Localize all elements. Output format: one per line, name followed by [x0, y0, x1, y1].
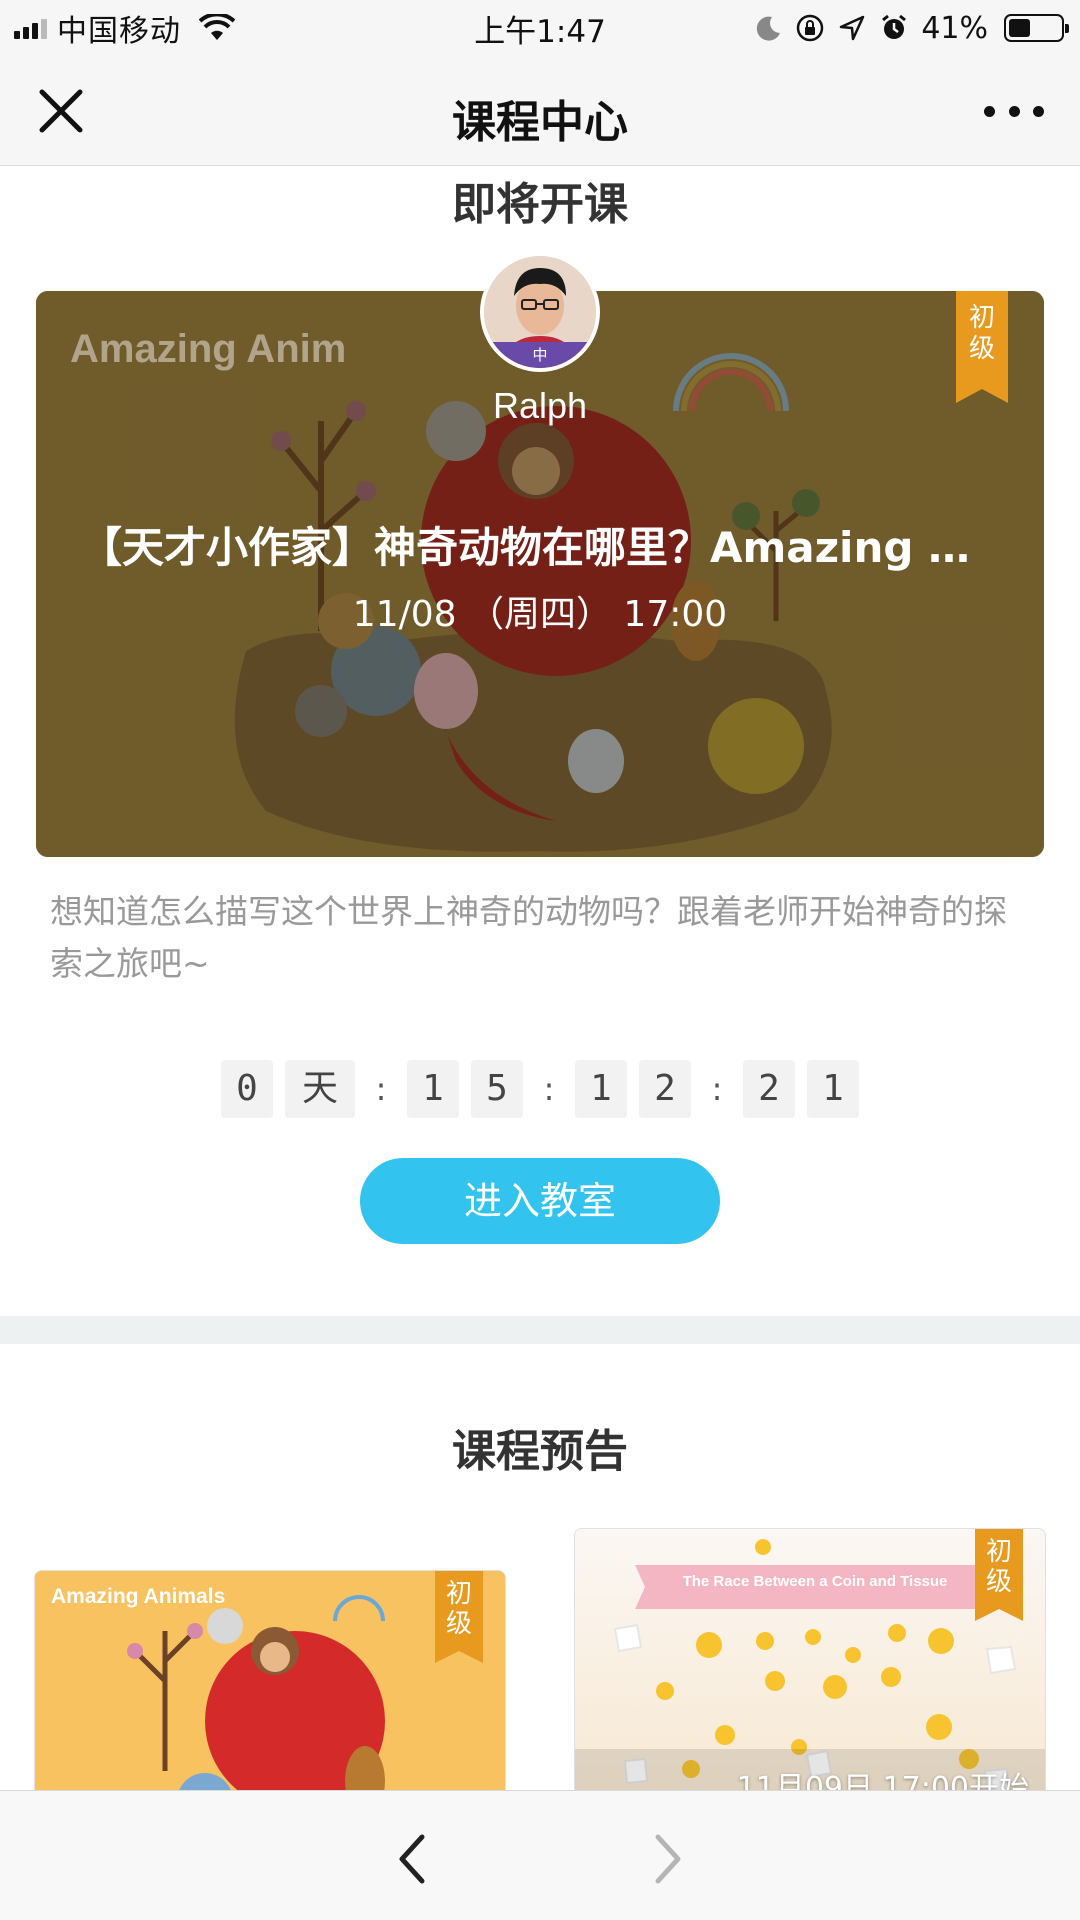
- countdown-hour-digit: 1: [407, 1060, 459, 1118]
- level-tag: 初 级: [956, 291, 1008, 403]
- course-description: 想知道怎么描写这个世界上神奇的动物吗？跟着老师开始神奇的探索之旅吧~: [50, 892, 1007, 983]
- countdown-separator: :: [543, 1070, 555, 1108]
- rotation-lock-icon: [797, 14, 824, 42]
- card-image-text: Amazing Animals: [51, 1585, 226, 1608]
- battery-percent: 41%: [921, 10, 988, 46]
- status-bar: 中国移动 上午1:47 41%: [0, 0, 1080, 56]
- more-dots-icon[interactable]: [984, 96, 1044, 126]
- countdown-separator: :: [711, 1070, 723, 1108]
- battery-fill: [1009, 19, 1030, 37]
- course-time: 11/08 （周四） 17:00: [352, 594, 728, 635]
- status-right: 41%: [753, 8, 1069, 48]
- countdown-second-digit: 2: [743, 1060, 795, 1118]
- countdown-hour-digit: 5: [471, 1060, 523, 1118]
- battery-icon: [1004, 14, 1069, 42]
- countdown-separator: :: [375, 1070, 387, 1108]
- level-tag: 初 级: [975, 1529, 1023, 1621]
- countdown-day-unit: 天: [285, 1060, 355, 1118]
- preview-heading: 课程预告: [452, 1426, 628, 1477]
- countdown-minute-digit: 1: [575, 1060, 627, 1118]
- teacher-avatar: 中: [480, 252, 600, 372]
- chevron-right-icon[interactable]: [648, 1831, 688, 1887]
- upcoming-heading: 即将开课: [452, 179, 628, 230]
- enter-classroom-button[interactable]: 进入教室: [360, 1158, 720, 1244]
- hero-watermark: Amazing Anim: [70, 327, 347, 371]
- course-title: 【天才小作家】神奇动物在哪里？Amazing Animals: [80, 523, 1000, 572]
- alarm-icon: [882, 14, 907, 39]
- page-title: 课程中心: [452, 97, 628, 148]
- countdown-minute-digit: 2: [639, 1060, 691, 1118]
- section-divider: [0, 1316, 1080, 1344]
- moon-icon: [757, 16, 781, 41]
- countdown-timer: 0 天 : 1 5 : 1 2 : 2 1: [0, 1060, 1080, 1118]
- avatar-badge: 中: [484, 342, 596, 368]
- bottom-nav-bar: [0, 1790, 1080, 1920]
- countdown-day-digit: 0: [221, 1060, 273, 1118]
- teacher-name: Ralph: [492, 385, 588, 426]
- card-image-text: The Race Between a Coin and Tissue: [682, 1573, 948, 1590]
- chevron-left-icon[interactable]: [392, 1831, 432, 1887]
- level-tag: 初 级: [435, 1571, 483, 1663]
- nav-bar: 课程中心: [0, 56, 1080, 166]
- location-icon: [840, 15, 865, 41]
- countdown-second-digit: 1: [807, 1060, 859, 1118]
